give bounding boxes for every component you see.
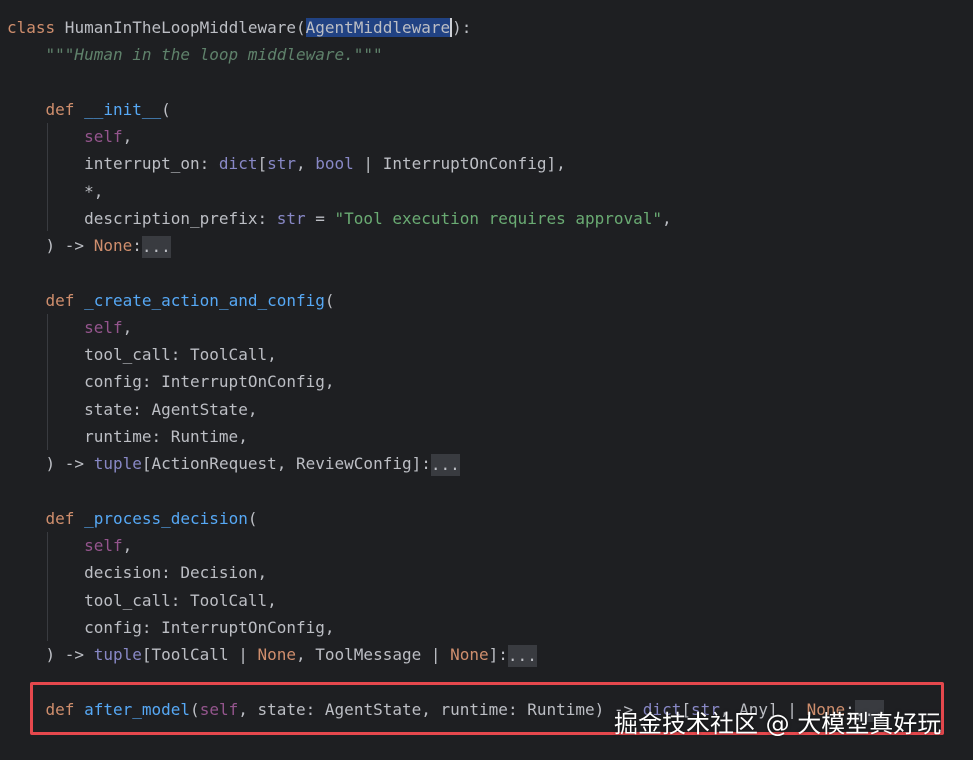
punctuation: ,: [296, 154, 316, 173]
param: tool_call: ToolCall,: [84, 591, 277, 610]
code-line[interactable]: ) -> tuple[ActionRequest, ReviewConfig]:…: [7, 450, 460, 477]
punctuation: ,: [662, 209, 672, 228]
return-arrow: ) ->: [45, 454, 94, 473]
class-name: HumanInTheLoopMiddleware(: [55, 18, 306, 37]
type-annotation: [ToolCall |: [141, 645, 258, 664]
punctuation: ,: [122, 536, 133, 555]
code-line[interactable]: ) -> None:...: [7, 232, 171, 259]
keyword: None: [257, 645, 296, 664]
param: state: AgentState,: [84, 400, 258, 419]
code-line-def-process-decision[interactable]: def _process_decision(: [7, 505, 258, 532]
code-line[interactable]: state: AgentState,: [7, 396, 257, 423]
punctuation: :: [132, 236, 142, 255]
docstring: """Human in the loop middleware.""": [45, 45, 383, 64]
self-param: self: [84, 318, 123, 337]
punctuation: [: [257, 154, 268, 173]
code-line[interactable]: ) -> tuple[ToolCall | None, ToolMessage …: [7, 641, 537, 668]
function-name: _create_action_and_config: [84, 291, 325, 310]
param: runtime: Runtime,: [84, 427, 248, 446]
code-line[interactable]: config: InterruptOnConfig,: [7, 368, 335, 395]
builtin-type: tuple: [93, 454, 142, 473]
self-param: self: [84, 127, 123, 146]
keyword: class: [7, 18, 56, 37]
builtin-type: dict: [218, 154, 258, 173]
function-name: __init__: [84, 100, 162, 119]
code-line-def-create-action[interactable]: def _create_action_and_config(: [7, 287, 335, 314]
param: interrupt_on:: [84, 154, 219, 173]
code-line[interactable]: *,: [7, 178, 103, 205]
code-line[interactable]: interrupt_on: dict[str, bool | Interrupt…: [7, 150, 566, 177]
code-line[interactable]: description_prefix: str = "Tool executio…: [7, 205, 672, 232]
selected-base-class[interactable]: AgentMiddleware: [305, 18, 453, 37]
folded-code[interactable]: ...: [141, 235, 171, 258]
keyword: None: [450, 645, 489, 664]
code-line[interactable]: tool_call: ToolCall,: [7, 587, 277, 614]
return-arrow: ) ->: [45, 236, 94, 255]
code-line[interactable]: self,: [7, 532, 132, 559]
builtin-type: str: [276, 209, 306, 228]
code-line[interactable]: config: InterruptOnConfig,: [7, 614, 335, 641]
code-line[interactable]: tool_call: ToolCall,: [7, 341, 277, 368]
operator: =: [305, 209, 335, 228]
code-editor[interactable]: class HumanInTheLoopMiddleware(AgentMidd…: [0, 0, 973, 760]
keyword: def: [45, 100, 75, 119]
builtin-type: tuple: [93, 645, 142, 664]
builtin-type: bool: [315, 154, 354, 173]
builtin-type: str: [267, 154, 296, 173]
param: config: InterruptOnConfig,: [84, 372, 335, 391]
punctuation: ):: [452, 18, 472, 37]
keyword: None: [93, 236, 133, 255]
function-name: _process_decision: [84, 509, 248, 528]
folded-code[interactable]: ...: [507, 644, 537, 667]
string-literal: "Tool execution requires approval": [334, 209, 663, 228]
param: decision: Decision,: [84, 563, 268, 582]
watermark: 掘金技术社区 @ 大模型真好玩: [614, 710, 942, 738]
param: description_prefix:: [84, 209, 277, 228]
code-text: *,: [84, 182, 104, 201]
keyword: def: [45, 291, 75, 310]
type-annotation: [ActionRequest, ReviewConfig]:: [141, 454, 431, 473]
code-line-class-def[interactable]: class HumanInTheLoopMiddleware(AgentMidd…: [7, 14, 471, 41]
punctuation: ]:: [488, 645, 508, 664]
punctuation: (: [161, 100, 171, 119]
self-param: self: [84, 536, 123, 555]
code-line[interactable]: self,: [7, 123, 132, 150]
code-line-docstring[interactable]: """Human in the loop middleware.""": [7, 41, 383, 68]
punctuation: (: [324, 291, 335, 310]
folded-code[interactable]: ...: [430, 453, 460, 476]
code-line[interactable]: runtime: Runtime,: [7, 423, 248, 450]
param: config: InterruptOnConfig,: [84, 618, 335, 637]
punctuation: ,: [122, 318, 133, 337]
return-arrow: ) ->: [45, 645, 94, 664]
keyword: def: [45, 509, 75, 528]
param: tool_call: ToolCall,: [84, 345, 277, 364]
punctuation: ,: [122, 127, 133, 146]
punctuation: (: [247, 509, 258, 528]
type-annotation: , ToolMessage |: [296, 645, 451, 664]
code-line-def-init[interactable]: def __init__(: [7, 96, 171, 123]
code-line[interactable]: self,: [7, 314, 132, 341]
code-line[interactable]: decision: Decision,: [7, 559, 267, 586]
type-annotation: | InterruptOnConfig],: [353, 154, 566, 173]
